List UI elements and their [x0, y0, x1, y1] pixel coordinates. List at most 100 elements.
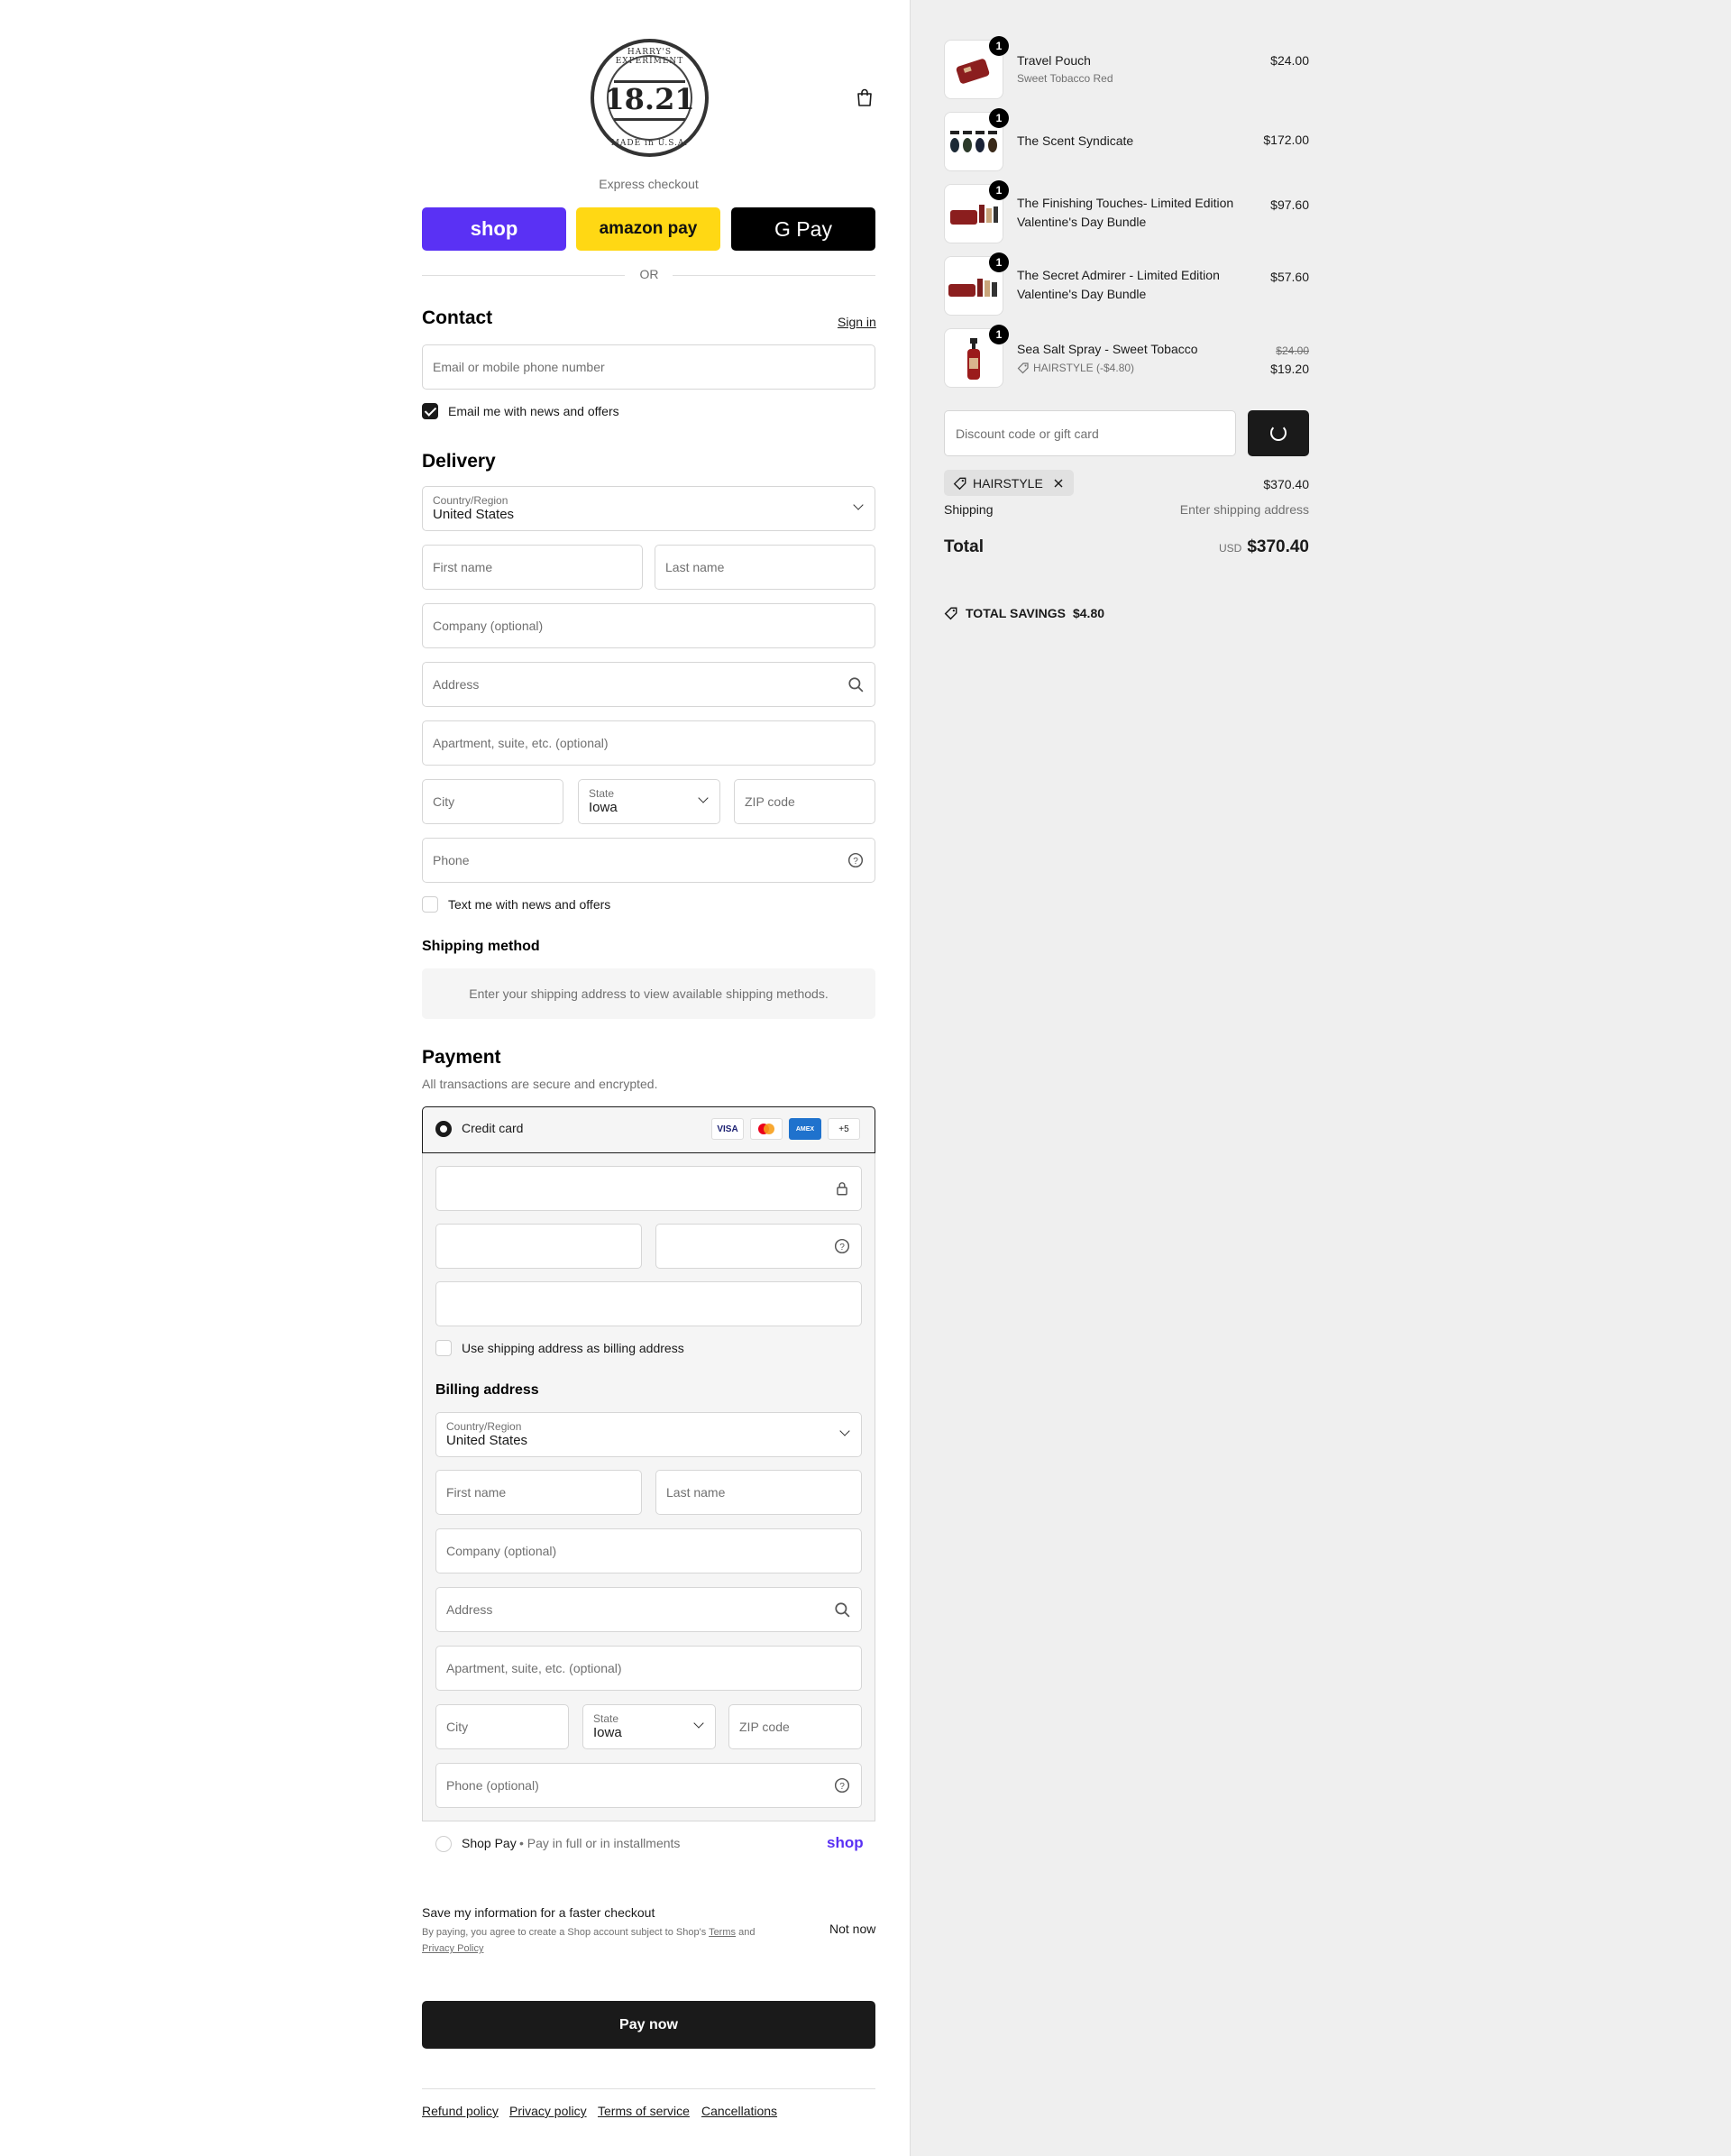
total-value: $370.40: [1247, 537, 1309, 556]
cancellations-link[interactable]: Cancellations: [701, 2104, 777, 2118]
total-label: Total: [944, 537, 984, 556]
card-name-field[interactable]: [435, 1281, 862, 1326]
quantity-badge: 1: [989, 180, 1009, 200]
quantity-badge: 1: [989, 36, 1009, 56]
zip-field[interactable]: ZIP code: [734, 779, 875, 824]
privacy-policy-link[interactable]: Privacy Policy: [422, 1943, 483, 1954]
refund-policy-link[interactable]: Refund policy: [422, 2104, 499, 2118]
billing-phone-field[interactable]: Phone (optional) ?: [435, 1763, 862, 1808]
shop-pay-button[interactable]: shop: [422, 207, 566, 251]
subtotal-value: $370.40: [1263, 477, 1309, 491]
save-info-and: and: [738, 1927, 756, 1938]
chevron-down-icon: [839, 1426, 850, 1436]
billing-zip-field[interactable]: ZIP code: [728, 1704, 862, 1749]
currency-code: USD: [1218, 542, 1242, 555]
google-pay-button[interactable]: G Pay: [731, 207, 875, 251]
sms-news-checkbox[interactable]: [422, 896, 438, 913]
item-discount: HAIRSTYLE (-$4.80): [1033, 362, 1135, 374]
shop-pay-radio[interactable]: [435, 1836, 452, 1852]
country-select[interactable]: Country/Region United States: [422, 486, 875, 531]
billing-country-select[interactable]: Country/Region United States: [435, 1412, 862, 1457]
country-value: United States: [433, 507, 515, 522]
billing-city-placeholder: City: [446, 1720, 469, 1734]
svg-text:?: ?: [853, 857, 858, 867]
billing-first-name-field[interactable]: First name: [435, 1470, 642, 1515]
lock-icon: [837, 1182, 847, 1196]
divider: [673, 275, 875, 276]
amazon-pay-button[interactable]: amazon pay: [576, 207, 720, 251]
billing-last-name-field[interactable]: Last name: [655, 1470, 862, 1515]
quantity-badge: 1: [989, 108, 1009, 128]
product-variant: Sweet Tobacco Red: [1017, 72, 1113, 85]
city-field[interactable]: City: [422, 779, 563, 824]
email-news-label: Email me with news and offers: [448, 404, 619, 418]
billing-state-label: State: [593, 1712, 619, 1725]
shipping-method-message: Enter your shipping address to view avai…: [422, 968, 875, 1019]
billing-same-checkbox[interactable]: [435, 1340, 452, 1356]
apartment-placeholder: Apartment, suite, etc. (optional): [433, 736, 609, 750]
save-info-title: Save my information for a faster checkou…: [422, 1905, 655, 1920]
card-number-field[interactable]: [435, 1166, 862, 1211]
apply-discount-button[interactable]: [1248, 410, 1309, 456]
shipping-value: Enter shipping address: [1179, 502, 1309, 517]
billing-company-placeholder: Company (optional): [446, 1544, 557, 1558]
card-cvv-field[interactable]: ?: [655, 1224, 862, 1269]
help-icon[interactable]: ?: [847, 852, 864, 868]
billing-state-select[interactable]: State Iowa: [582, 1704, 716, 1749]
pay-now-button[interactable]: Pay now: [422, 2001, 875, 2049]
city-placeholder: City: [433, 794, 455, 809]
billing-country-value: United States: [446, 1433, 528, 1448]
sign-in-link[interactable]: Sign in: [838, 315, 876, 329]
state-select[interactable]: State Iowa: [578, 779, 720, 824]
logo-text-bottom: MADE in U.S.A.: [610, 139, 689, 148]
original-price: $24.00: [1276, 344, 1309, 357]
order-summary: [910, 0, 1731, 2156]
chevron-down-icon: [698, 793, 709, 803]
first-name-field[interactable]: First name: [422, 545, 643, 590]
email-news-checkbox[interactable]: [422, 403, 438, 419]
savings-label: TOTAL SAVINGS: [966, 606, 1066, 620]
help-icon[interactable]: ?: [834, 1777, 850, 1794]
company-field[interactable]: Company (optional): [422, 603, 875, 648]
billing-company-field[interactable]: Company (optional): [435, 1528, 862, 1573]
billing-apartment-field[interactable]: Apartment, suite, etc. (optional): [435, 1646, 862, 1691]
privacy-policy-footer-link[interactable]: Privacy policy: [509, 2104, 587, 2118]
address-field[interactable]: Address: [422, 662, 875, 707]
savings-tag-icon: [944, 607, 957, 620]
search-icon: [848, 677, 864, 693]
phone-placeholder: Phone: [433, 853, 470, 867]
credit-card-radio[interactable]: [435, 1121, 452, 1137]
email-field[interactable]: Email or mobile phone number: [422, 344, 875, 390]
shop-pay-label: Shop Pay: [462, 1836, 517, 1850]
discount-code-input[interactable]: Discount code or gift card: [944, 410, 1236, 456]
logo-number: 18.21: [604, 82, 695, 116]
product-name: The Finishing Touches- Limited Edition V…: [1017, 196, 1234, 229]
email-placeholder: Email or mobile phone number: [433, 360, 605, 374]
shopping-bag-icon[interactable]: [856, 88, 873, 106]
close-icon[interactable]: [1052, 477, 1065, 490]
payment-heading: Payment: [422, 1047, 501, 1068]
last-name-field[interactable]: Last name: [655, 545, 875, 590]
billing-address-heading: Billing address: [435, 1382, 539, 1398]
billing-zip-placeholder: ZIP code: [739, 1720, 790, 1734]
terms-of-service-link[interactable]: Terms of service: [598, 2104, 690, 2118]
product-price: $97.60: [1270, 197, 1309, 212]
help-icon[interactable]: ?: [834, 1238, 850, 1254]
quantity-badge: 1: [989, 252, 1009, 272]
amex-icon: AMEX: [789, 1118, 821, 1140]
phone-field[interactable]: Phone ?: [422, 838, 875, 883]
zip-placeholder: ZIP code: [745, 794, 795, 809]
store-logo[interactable]: HARRY'S EXPERIMENT 18.21 MADE in U.S.A.: [591, 39, 709, 157]
card-expiry-field[interactable]: [435, 1224, 642, 1269]
mastercard-icon: [750, 1118, 783, 1140]
payment-subtitle: All transactions are secure and encrypte…: [422, 1077, 658, 1091]
chevron-down-icon: [693, 1718, 704, 1729]
terms-link[interactable]: Terms: [709, 1927, 736, 1938]
billing-city-field[interactable]: City: [435, 1704, 569, 1749]
not-now-button[interactable]: Not now: [829, 1922, 875, 1936]
svg-text:?: ?: [839, 1782, 845, 1792]
apartment-field[interactable]: Apartment, suite, etc. (optional): [422, 720, 875, 766]
contact-heading: Contact: [422, 307, 493, 328]
product-name: Travel Pouch: [1017, 53, 1091, 68]
billing-address-field[interactable]: Address: [435, 1587, 862, 1632]
